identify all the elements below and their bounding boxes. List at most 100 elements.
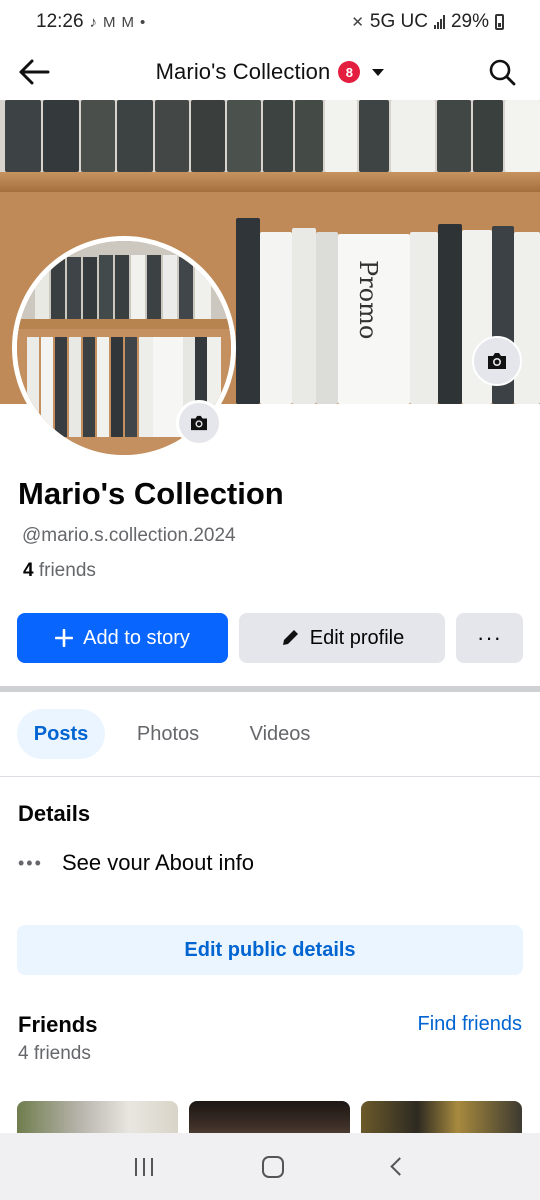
binder: [163, 255, 177, 319]
binder: [97, 337, 109, 437]
edit-profile-picture-button[interactable]: [176, 400, 222, 446]
more-options-button[interactable]: ···: [456, 613, 523, 663]
binder: [227, 100, 261, 172]
binder: [131, 255, 145, 319]
binder: [67, 257, 81, 319]
friends-summary[interactable]: 4 friends: [23, 560, 96, 582]
network-type: 5G UC: [369, 11, 428, 32]
recent-apps-button[interactable]: [134, 1157, 153, 1176]
binder: [263, 100, 293, 172]
notification-badge: 8: [338, 61, 361, 83]
binder: [5, 100, 41, 172]
binder: [473, 100, 503, 172]
mute-icon: ✕: [351, 14, 364, 31]
binder: [51, 259, 65, 319]
friends-count-text: 4 friends: [18, 1043, 91, 1064]
binder: [514, 232, 540, 404]
find-friends-link[interactable]: Find friends: [418, 1013, 523, 1036]
binder: [139, 337, 153, 437]
header-title: Mario's Collection: [155, 59, 331, 84]
binder: [437, 100, 471, 172]
binder: [115, 255, 129, 319]
binder: [35, 263, 49, 319]
edit-profile-label: Edit profile: [309, 626, 405, 649]
binder: [410, 232, 438, 404]
binder: [295, 100, 323, 172]
back-button[interactable]: [16, 54, 52, 90]
friends-count: 4: [23, 560, 34, 581]
camera-icon: [191, 415, 207, 431]
system-nav-bar: [0, 1133, 540, 1200]
status-bar: 12:26 ♪ M M • ✕ 5G UC 29%: [0, 0, 540, 44]
binder: [125, 337, 137, 437]
binder: [195, 259, 211, 319]
more-notifications-dot-icon: •: [140, 13, 146, 31]
battery-icon: [495, 14, 504, 30]
tabs-divider: [0, 776, 540, 777]
search-button[interactable]: [484, 54, 520, 90]
search-icon: [489, 59, 516, 86]
tiktok-notification-icon: ♪: [89, 13, 98, 31]
edit-public-details-button[interactable]: Edit public details: [17, 925, 523, 975]
profile-name: Mario's Collection: [18, 476, 284, 511]
binder: [191, 100, 225, 172]
binder-promo: Promo: [338, 234, 410, 404]
add-to-story-button[interactable]: Add to story: [17, 613, 228, 663]
binder: [41, 337, 53, 437]
edit-profile-button[interactable]: Edit profile: [239, 613, 445, 663]
shelf-board: [17, 319, 231, 329]
gmail-notification-icon-2: M: [121, 13, 135, 31]
section-divider: [0, 686, 540, 692]
tab-videos[interactable]: Videos: [232, 709, 328, 759]
tab-photos[interactable]: Photos: [118, 709, 218, 759]
binder: [179, 257, 193, 319]
binder: [292, 228, 316, 404]
gmail-notification-icon: M: [103, 13, 116, 31]
status-time: 12:26: [36, 11, 84, 32]
binder: [83, 257, 97, 319]
binder: [359, 100, 389, 172]
battery-percent: 29%: [450, 11, 489, 32]
binder: [99, 255, 113, 319]
signal-icon: [433, 15, 445, 29]
binder: [325, 100, 357, 172]
tab-posts[interactable]: Posts: [17, 709, 105, 759]
more-icon: ···: [477, 625, 502, 650]
profile-handle: @mario.s.collection.2024: [22, 525, 236, 546]
binder: [111, 337, 123, 437]
binder: [27, 337, 39, 437]
edit-cover-photo-button[interactable]: [472, 336, 522, 386]
pencil-icon: [282, 630, 298, 645]
add-to-story-label: Add to story: [83, 626, 190, 649]
friends-heading: Friends: [18, 1012, 98, 1037]
about-info-link[interactable]: ••• See vour About info: [18, 850, 254, 876]
binder: [505, 100, 540, 172]
binder: [236, 218, 260, 404]
plus-icon: [55, 629, 74, 647]
binder: [43, 100, 79, 172]
about-info-label: See vour About info: [62, 850, 255, 875]
arrow-left-icon: [19, 59, 50, 85]
profile-switcher[interactable]: Mario's Collection 8: [156, 59, 385, 85]
binder: [83, 337, 95, 437]
details-heading: Details: [18, 801, 91, 826]
binder: [391, 100, 435, 172]
camera-icon: [488, 353, 506, 369]
binder: [69, 337, 81, 437]
binder: [81, 100, 115, 172]
binder: [117, 100, 153, 172]
binder-label: Promo: [354, 260, 382, 340]
binder: [147, 255, 161, 319]
more-dots-icon: •••: [18, 852, 43, 873]
binder: [55, 337, 67, 437]
system-back-button[interactable]: [389, 1157, 409, 1176]
app-header: Mario's Collection 8: [0, 44, 540, 100]
chevron-down-icon: [372, 68, 385, 76]
binder: [316, 232, 338, 404]
shelf-board: [0, 172, 540, 192]
home-button[interactable]: [261, 1155, 284, 1178]
binder: [260, 232, 292, 404]
binder: [438, 224, 462, 404]
binder: [155, 100, 189, 172]
friends-word: friends: [38, 560, 96, 581]
